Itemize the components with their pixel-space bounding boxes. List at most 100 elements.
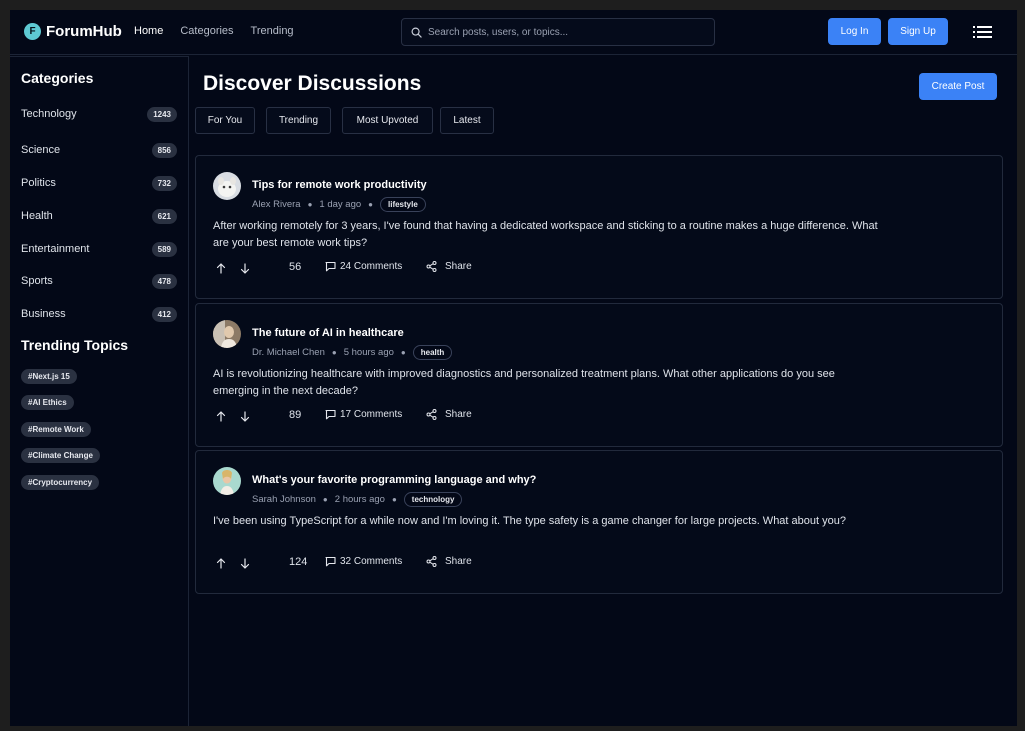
nav-home[interactable]: Home [134,25,163,37]
topic-tag[interactable]: #Cryptocurrency [21,475,100,490]
logo[interactable]: F ForumHub [24,23,122,40]
post-actions: 56 24 Comments Share [213,260,513,278]
post-time: 2 hours ago [334,493,385,505]
separator-dot: ● [331,347,337,357]
share-icon [426,556,437,567]
comments-button[interactable]: 17 Comments [325,409,402,420]
create-post-button[interactable]: Create Post [919,73,997,100]
search-input[interactable] [428,26,698,38]
post-card[interactable]: Tips for remote work productivity Alex R… [195,155,1003,299]
post-meta: Sarah Johnson ● 2 hours ago ● technology [252,491,463,507]
post-body: I've been using TypeScript for a while n… [213,515,846,527]
arrow-down-icon [240,263,250,274]
main-nav: Home Categories Trending [134,25,294,37]
post-meta: Dr. Michael Chen ● 5 hours ago ● health [252,344,453,360]
comment-icon [325,409,336,420]
post-card[interactable]: The future of AI in healthcare Dr. Micha… [195,303,1003,447]
post-tag[interactable]: lifestyle [380,196,426,212]
comments-label: 24 Comments [340,261,403,272]
comments-button[interactable]: 32 Comments [325,556,402,567]
arrow-down-icon [240,411,250,422]
post-author[interactable]: Dr. Michael Chen [252,347,325,358]
sidebar-item-health[interactable]: Health 621 [21,207,177,225]
category-count-badge: 589 [151,241,177,257]
comments-button[interactable]: 24 Comments [325,261,402,272]
share-icon [426,261,437,272]
post-body: AI is revolutionizing healthcare with im… [213,368,835,397]
page-title: Discover Discussions [203,72,422,95]
sidebar-item-sports[interactable]: Sports 478 [21,272,177,290]
post-meta: Alex Rivera ● 1 day ago ● lifestyle [252,196,426,212]
arrow-down-icon [240,558,250,569]
comment-icon [325,261,336,272]
category-count-badge: 621 [151,208,177,224]
share-label: Share [445,261,472,272]
downvote-button[interactable] [240,411,250,422]
search-bar [401,18,715,46]
upvote-button[interactable] [216,558,226,569]
tab-latest[interactable]: Latest [440,107,494,134]
post-author[interactable]: Sarah Johnson [252,494,316,505]
downvote-button[interactable] [240,558,250,569]
category-count-badge: 732 [151,175,177,191]
category-label: Technology [21,108,77,120]
vote-count: 56 [289,261,302,273]
share-label: Share [445,409,472,420]
sidebar-item-politics[interactable]: Politics 732 [21,174,177,192]
category-label: Sports [21,275,53,287]
share-button[interactable]: Share [426,409,472,420]
share-button[interactable]: Share [426,261,472,272]
post-time: 5 hours ago [343,346,394,358]
post-tag[interactable]: technology [403,491,463,507]
downvote-button[interactable] [240,263,250,274]
separator-dot: ● [307,199,313,209]
vote-count: 89 [289,409,302,421]
sidebar: Categories Technology 1243 Science 856 P… [10,56,189,726]
post-actions: 124 32 Comments Share [213,555,513,573]
sidebar-item-entertainment[interactable]: Entertainment 589 [21,240,177,258]
avatar[interactable] [213,320,241,348]
separator-dot: ● [400,347,406,357]
categories-heading: Categories [21,70,94,86]
share-button[interactable]: Share [426,556,472,567]
sidebar-item-technology[interactable]: Technology 1243 [21,105,177,123]
sidebar-item-business[interactable]: Business 412 [21,305,177,323]
category-label: Business [21,308,66,320]
post-tag[interactable]: health [412,344,453,360]
topic-tag[interactable]: #Remote Work [21,422,91,437]
signup-button[interactable]: Sign Up [888,18,948,45]
upvote-button[interactable] [216,411,226,422]
topic-tag[interactable]: #Climate Change [21,448,100,463]
category-label: Science [21,144,61,156]
nav-categories[interactable]: Categories [180,25,233,37]
post-author[interactable]: Alex Rivera [252,199,301,210]
avatar[interactable] [213,467,241,495]
upvote-button[interactable] [216,263,226,274]
separator-dot: ● [322,494,328,504]
nav-trending[interactable]: Trending [251,25,294,37]
top-navbar: F ForumHub Home Categories Trending Log … [10,10,1017,55]
post-card[interactable]: What's your favorite programming languag… [195,450,1003,594]
post-title[interactable]: What's your favorite programming languag… [252,474,536,486]
sidebar-item-science[interactable]: Science 856 [21,141,177,159]
post-time: 1 day ago [319,198,362,210]
post-title[interactable]: The future of AI in healthcare [252,327,404,339]
post-title[interactable]: Tips for remote work productivity [252,179,427,191]
login-button[interactable]: Log In [828,18,881,45]
category-label: Entertainment [21,243,90,255]
avatar[interactable] [213,172,241,200]
search-icon [411,27,422,38]
comments-label: 17 Comments [340,409,403,420]
share-icon [426,409,437,420]
app-window: F ForumHub Home Categories Trending Log … [10,10,1017,726]
tab-for-you[interactable]: For You [195,107,255,134]
topic-tag[interactable]: #AI Ethics [21,395,74,410]
topic-tag[interactable]: #Next.js 15 [21,369,77,384]
menu-icon[interactable] [973,25,992,39]
tab-trending[interactable]: Trending [266,107,331,134]
post-actions: 89 17 Comments Share [213,408,513,426]
comment-icon [325,556,336,567]
post-body: After working remotely for 3 years, I've… [213,220,878,249]
category-count-badge: 856 [151,142,177,158]
tab-most-upvoted[interactable]: Most Upvoted [342,107,433,134]
